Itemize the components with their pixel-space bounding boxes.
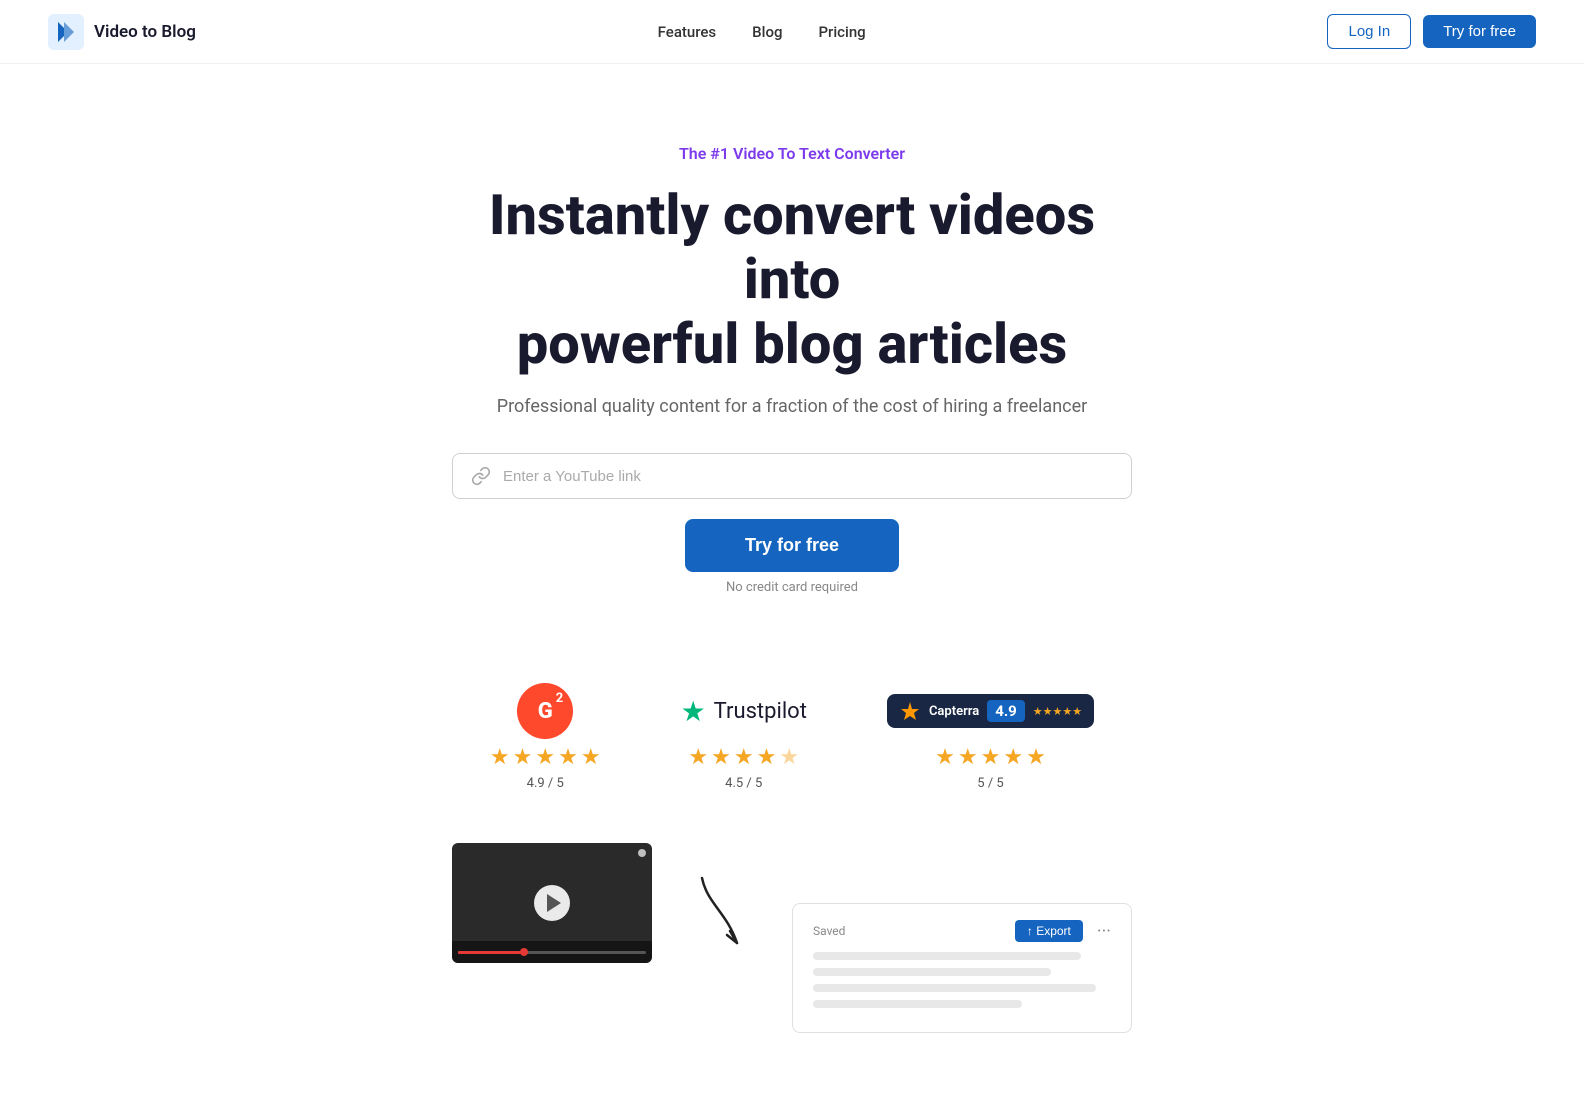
nav-links: Features Blog Pricing — [658, 23, 866, 41]
blog-more-options-button[interactable]: ··· — [1097, 921, 1111, 942]
blog-preview-topbar: Saved ↑ Export ··· — [813, 920, 1111, 942]
capterra-logo: Capterra 4.9 ★★★★★ — [887, 683, 1094, 739]
video-corner-dot — [638, 849, 646, 857]
blog-line-2 — [813, 968, 1051, 976]
video-thumbnail — [452, 843, 652, 963]
capterra-badge-score: 4.9 — [987, 700, 1025, 722]
blog-line-3 — [813, 984, 1096, 992]
play-triangle-icon — [547, 894, 561, 912]
link-icon — [471, 466, 491, 486]
capterra-stars: ★ ★ ★ ★ ★ — [935, 745, 1046, 770]
logo-text: Video to Blog — [94, 22, 196, 42]
ratings-section: G2 ★ ★ ★ ★ ★ 4.9 / 5 ★ Trustpilot ★ ★ ★ … — [0, 635, 1584, 823]
trustpilot-score: 4.5 / 5 — [725, 776, 762, 791]
no-credit-card-note: No credit card required — [726, 580, 858, 595]
video-progress-fill — [458, 951, 524, 954]
capterra-badge: Capterra 4.9 ★★★★★ — [887, 694, 1094, 728]
navbar: Video to Blog Features Blog Pricing Log … — [0, 0, 1584, 64]
trustpilot-name: Trustpilot — [714, 699, 807, 724]
trustpilot-star-icon: ★ — [681, 695, 706, 728]
g2-logo: G2 — [517, 683, 573, 739]
g2-rating: G2 ★ ★ ★ ★ ★ 4.9 / 5 — [490, 683, 601, 791]
video-controls — [452, 941, 652, 963]
logo-link[interactable]: Video to Blog — [48, 14, 196, 50]
nav-actions: Log In Try for free — [1327, 14, 1536, 49]
capterra-badge-stars: ★★★★★ — [1033, 705, 1082, 718]
capterra-label: Capterra — [929, 704, 979, 719]
g2-stars: ★ ★ ★ ★ ★ — [490, 745, 601, 770]
blog-line-4 — [813, 1000, 1022, 1008]
video-play-button[interactable] — [534, 885, 570, 921]
hero-tagline: The #1 Video To Text Converter — [679, 144, 905, 163]
g2-logo-circle: G2 — [517, 683, 573, 739]
try-free-nav-button[interactable]: Try for free — [1423, 15, 1536, 48]
demo-section: Saved ↑ Export ··· — [0, 823, 1584, 1033]
login-button[interactable]: Log In — [1327, 14, 1411, 49]
youtube-input-wrap — [452, 453, 1132, 499]
hero-section: The #1 Video To Text Converter Instantly… — [0, 64, 1584, 635]
capterra-rating: Capterra 4.9 ★★★★★ ★ ★ ★ ★ ★ 5 / 5 — [887, 683, 1094, 791]
capterra-score: 5 / 5 — [977, 776, 1003, 791]
nav-link-pricing[interactable]: Pricing — [818, 23, 865, 41]
try-free-hero-button[interactable]: Try for free — [685, 519, 899, 572]
capterra-flag-icon — [899, 700, 921, 722]
g2-score: 4.9 / 5 — [527, 776, 564, 791]
youtube-input[interactable] — [503, 468, 1113, 485]
video-progress-dot — [520, 948, 528, 956]
blog-preview-card: Saved ↑ Export ··· — [792, 903, 1132, 1033]
hero-title: Instantly convert videos into powerful b… — [442, 183, 1142, 376]
nav-link-blog[interactable]: Blog — [752, 23, 782, 41]
nav-link-features[interactable]: Features — [658, 23, 716, 41]
logo-icon — [48, 14, 84, 50]
blog-export-button[interactable]: ↑ Export — [1015, 920, 1083, 942]
hero-subtitle: Professional quality content for a fract… — [497, 396, 1087, 417]
arrow-icon — [672, 863, 772, 963]
trustpilot-stars: ★ ★ ★ ★ ★ — [688, 745, 799, 770]
trustpilot-logo: ★ Trustpilot — [681, 683, 807, 739]
bottom-spacer — [0, 1033, 1584, 1073]
blog-saved-label: Saved — [813, 924, 845, 938]
trustpilot-rating: ★ Trustpilot ★ ★ ★ ★ ★ 4.5 / 5 — [681, 683, 807, 791]
video-progress-bar[interactable] — [458, 951, 646, 954]
blog-line-1 — [813, 952, 1081, 960]
